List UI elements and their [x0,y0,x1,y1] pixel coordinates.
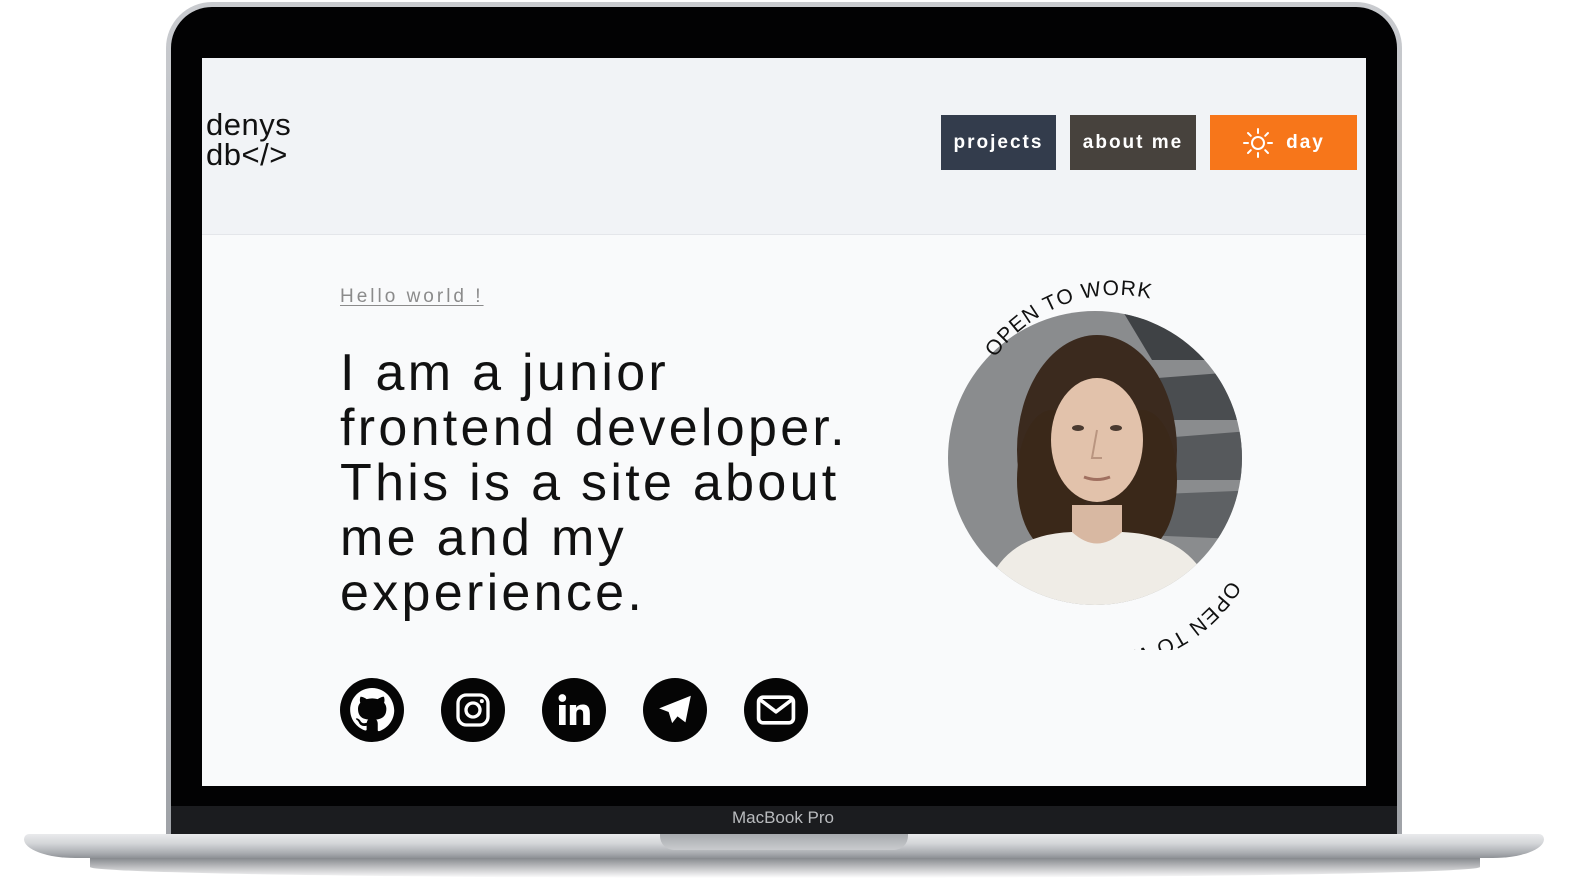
instagram-icon [456,693,490,727]
email-link[interactable] [744,678,808,742]
laptop-mockup: MacBook Pro denys db</> projects about m… [0,0,1580,886]
theme-toggle-button[interactable]: day [1210,115,1357,170]
logo-line-2: db</> [206,137,288,172]
about-me-button-label: about me [1082,131,1184,153]
github-icon [350,687,395,732]
profile-badge: OPEN TO WORK OPEN TO WORK [932,270,1262,672]
site-header: denys db</> projects about me day [202,58,1366,235]
sun-icon [1243,127,1274,158]
hero-headline: I am a junior frontend developer. This i… [340,344,848,622]
email-icon [756,695,796,725]
instagram-link[interactable] [441,678,505,742]
projects-button-label: projects [953,131,1044,153]
greeting-link[interactable]: Hello world ! [340,286,484,308]
linkedin-link[interactable] [542,678,606,742]
github-link[interactable] [340,678,404,742]
laptop-notch [660,834,908,850]
website-screen: denys db</> projects about me day Hello … [202,58,1366,786]
profile-photo [948,311,1242,605]
telegram-icon [659,695,691,724]
device-label: MacBook Pro [731,808,835,827]
telegram-link[interactable] [643,678,707,742]
about-me-button[interactable]: about me [1070,115,1196,170]
linkedin-icon [558,694,590,725]
projects-button[interactable]: projects [941,115,1056,170]
site-logo[interactable]: denys db</> [206,107,292,172]
logo-line-1: denys [206,107,292,142]
laptop-shadow [90,856,1480,878]
profile-photo-svg: OPEN TO WORK OPEN TO WORK [948,277,1244,672]
theme-toggle-label: day [1286,131,1325,153]
